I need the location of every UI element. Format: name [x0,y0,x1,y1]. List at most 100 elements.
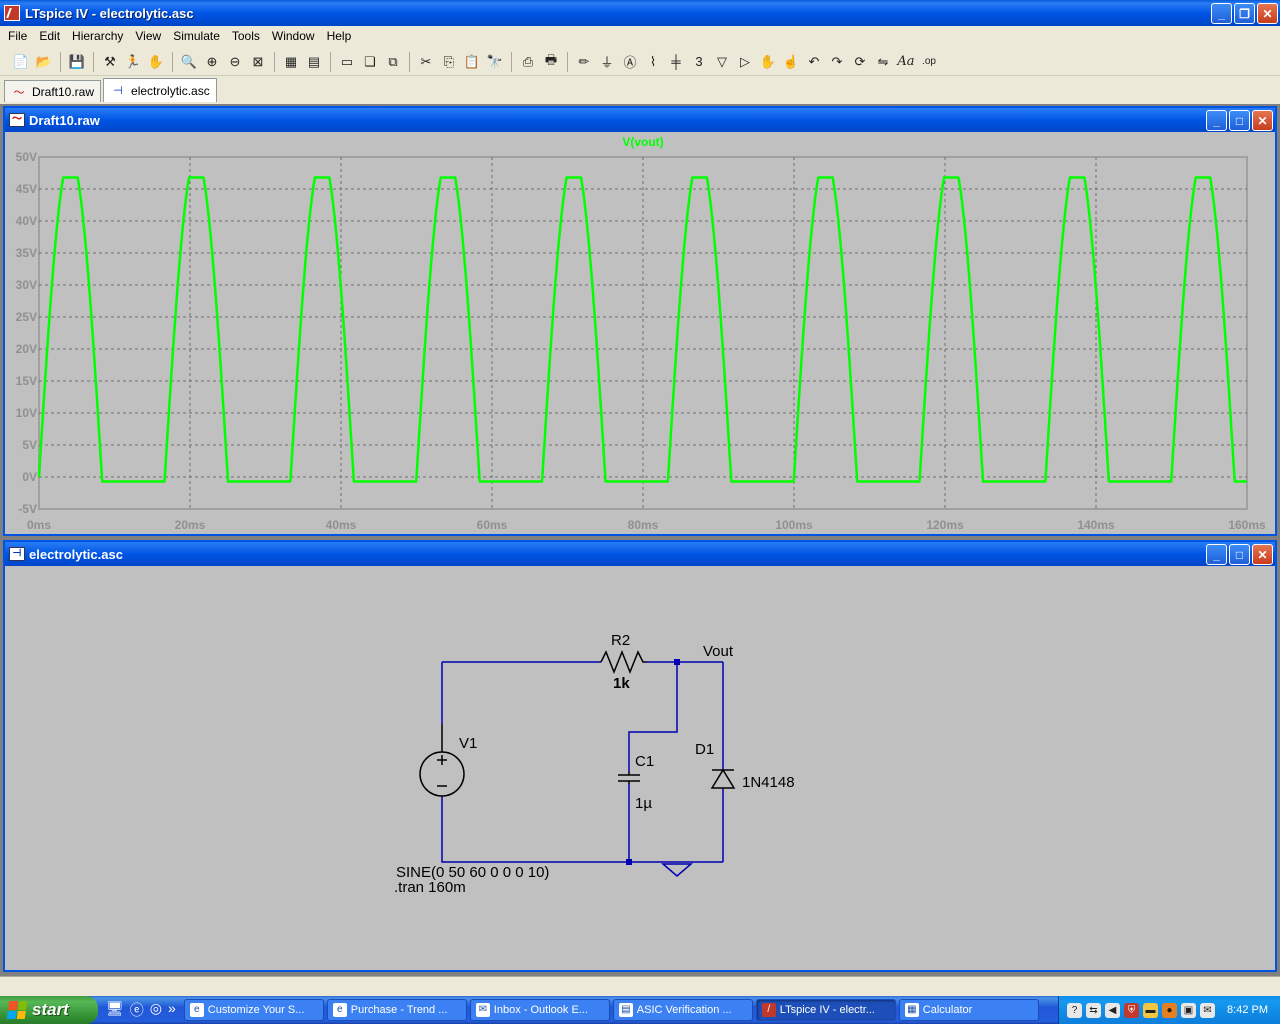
zoom-fit-icon[interactable]: ⊠ [247,51,269,73]
menu-window[interactable]: Window [266,29,321,43]
print-icon[interactable]: 🖶 [540,51,562,73]
menu-hierarchy[interactable]: Hierarchy [66,29,129,43]
open-icon[interactable]: 📂 [33,51,55,73]
schematic-canvas[interactable]: R2 1k Vout V1 C1 1µ D1 1N4148 SINE(0 50 … [5,566,1275,970]
maximize-button[interactable]: □ [1229,544,1250,565]
restore-button[interactable]: ❐ [1234,3,1255,24]
net-label-vout[interactable]: Vout [703,643,734,660]
tile-horizontal-icon[interactable]: ▭ [336,51,358,73]
minimize-button[interactable]: _ [1206,544,1227,565]
taskbar-button-ltspice[interactable]: / LTspice IV - electr... [755,999,896,1021]
cascade-icon[interactable]: ❏ [359,51,381,73]
tab-electrolytic-asc[interactable]: ⊣ electrolytic.asc [103,78,217,102]
browser-icon[interactable]: ◎ [150,1000,162,1020]
paste-icon[interactable]: 📋 [461,51,483,73]
ground-icon[interactable]: ⏚ [596,51,618,73]
x-tick-label: 120ms [926,518,964,532]
waveform-plot[interactable]: V(vout) 0ms 20ms 40ms 60ms 80ms 100ms 120ms 140… [5,132,1275,534]
internet-explorer-icon[interactable]: ⓔ [130,1000,144,1020]
waveform-plot-area[interactable]: V(vout) 0ms 20ms 40ms 60ms 80ms 100ms 120ms 140… [5,132,1275,534]
label-net-icon[interactable]: Ⓐ [619,51,641,73]
taskbar-button[interactable]: e Customize Your S... [183,999,324,1021]
help-icon[interactable]: ? [1067,1002,1082,1018]
clock[interactable]: 8:42 PM [1227,1004,1268,1016]
d1-value[interactable]: 1N4148 [742,774,795,791]
ground-symbol[interactable] [660,863,694,877]
text-icon[interactable]: Aa [895,51,917,73]
start-button[interactable]: start [0,996,98,1024]
spice-directive-icon[interactable]: .op [918,51,940,73]
folder-icon[interactable]: ▬ [1143,1002,1158,1018]
control-panel-icon[interactable]: ⚒ [99,51,121,73]
ltspice-app-icon[interactable] [4,5,20,21]
resistor-r2[interactable] [600,649,647,675]
minimize-button[interactable]: _ [1206,110,1227,131]
capacitor-icon[interactable]: ╪ [665,51,687,73]
mirror-icon[interactable]: ⇋ [872,51,894,73]
autorange-icon[interactable]: ▦ [280,51,302,73]
move-icon[interactable]: ✋ [757,51,779,73]
diode-d1[interactable] [710,768,736,789]
close-button[interactable]: ✕ [1257,3,1278,24]
antivirus-icon[interactable]: ● [1162,1002,1177,1018]
d1-label[interactable]: D1 [695,741,714,758]
menu-view[interactable]: View [129,29,167,43]
c1-value[interactable]: 1µ [635,795,652,812]
new-schematic-icon[interactable]: 📄 [10,51,32,73]
menu-simulate[interactable]: Simulate [167,29,226,43]
diode-icon[interactable]: ▽ [711,51,733,73]
zoom-in-icon[interactable]: 🔍 [178,51,200,73]
print-setup-icon[interactable]: ⎙ [517,51,539,73]
close-all-icon[interactable]: ⧉ [382,51,404,73]
component-icon[interactable]: ▷ [734,51,756,73]
security-shield-icon[interactable]: ⛨ [1124,1002,1139,1018]
close-button[interactable]: ✕ [1252,110,1273,131]
taskbar-button[interactable]: ✉ Inbox - Outlook E... [469,999,610,1021]
schematic-window-titlebar[interactable]: ⊣ electrolytic.asc [5,542,1275,566]
y-tick-label: 25V [16,310,37,324]
plot-settings-icon[interactable]: ▤ [303,51,325,73]
zoom-pan-icon[interactable]: ⊕ [201,51,223,73]
find-icon[interactable]: 🔭 [484,51,506,73]
r2-value[interactable]: 1k [613,675,630,692]
undo-icon[interactable]: ↶ [803,51,825,73]
r2-label[interactable]: R2 [611,632,630,649]
v1-label[interactable]: V1 [459,735,477,752]
menu-tools[interactable]: Tools [226,29,266,43]
resistor-icon[interactable]: ⌇ [642,51,664,73]
cut-icon[interactable]: ✂ [415,51,437,73]
capacitor-c1[interactable] [618,774,640,782]
zoom-out-icon[interactable]: ⊖ [224,51,246,73]
monitor-icon[interactable]: ▣ [1181,1002,1196,1018]
close-button[interactable]: ✕ [1252,544,1273,565]
waveform-window-titlebar[interactable]: 〜 Draft10.raw [5,108,1275,132]
drag-icon[interactable]: ☝ [780,51,802,73]
menu-file[interactable]: File [2,29,33,43]
save-icon[interactable]: 💾 [66,51,88,73]
c1-label[interactable]: C1 [635,753,654,770]
inductor-icon[interactable]: 3 [688,51,710,73]
tab-draft10-raw[interactable]: 〜 Draft10.raw [4,80,102,102]
copy-icon[interactable]: ⎘ [438,51,460,73]
messenger-icon[interactable]: ✉ [1200,1002,1215,1018]
draw-wire-icon[interactable]: ✏ [573,51,595,73]
halt-icon[interactable]: ✋ [145,51,167,73]
volume-icon[interactable]: ◀ [1105,1002,1120,1018]
run-icon[interactable]: 🏃 [122,51,144,73]
schematic-drawing[interactable]: R2 1k Vout V1 C1 1µ D1 1N4148 SINE(0 50 … [5,566,1275,970]
minimize-button[interactable]: _ [1211,3,1232,24]
show-desktop-icon[interactable]: 🖥 [106,1000,124,1020]
spice-directive-tran[interactable]: .tran 160m [394,879,466,896]
network-icon[interactable]: ⇆ [1086,1002,1101,1018]
rotate-icon[interactable]: ⟳ [849,51,871,73]
taskbar-button[interactable]: ▦ Calculator [898,999,1039,1021]
chevron-more-icon[interactable]: » [168,1000,176,1020]
menu-help[interactable]: Help [321,29,358,43]
taskbar-button[interactable]: e Purchase - Trend ... [326,999,467,1021]
wire[interactable] [441,796,723,863]
maximize-button[interactable]: □ [1229,110,1250,131]
redo-icon[interactable]: ↷ [826,51,848,73]
trace-label[interactable]: V(vout) [622,135,663,149]
taskbar-button[interactable]: ▤ ASIC Verification ... [612,999,753,1021]
menu-edit[interactable]: Edit [33,29,66,43]
